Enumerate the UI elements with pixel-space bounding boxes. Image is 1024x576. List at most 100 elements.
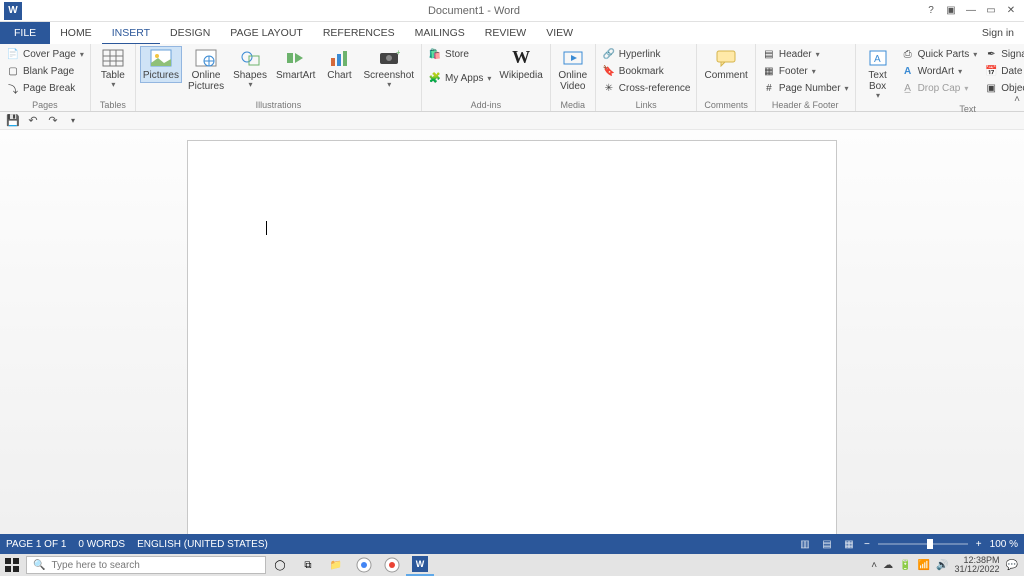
text-box-button[interactable]: AText Box▾ — [860, 46, 896, 103]
tray-overflow-button[interactable]: ˄ — [871, 560, 877, 571]
ribbon-display-button[interactable]: ▣ — [942, 2, 960, 20]
text-box-icon: A — [866, 48, 890, 68]
text-box-label: Text Box — [868, 70, 886, 92]
status-page[interactable]: PAGE 1 OF 1 — [6, 539, 66, 550]
online-pictures-button[interactable]: Online Pictures — [185, 46, 227, 94]
pictures-button[interactable]: Pictures — [140, 46, 182, 83]
tray-battery-icon[interactable]: 🔋 — [899, 560, 911, 571]
header-button[interactable]: ▤Header▾ — [760, 46, 851, 62]
tab-review[interactable]: REVIEW — [475, 22, 536, 44]
quick-parts-button[interactable]: ⎙Quick Parts▾ — [899, 46, 980, 62]
view-print-layout-button[interactable]: ▤ — [820, 537, 834, 551]
collapse-ribbon-button[interactable]: ˄ — [1014, 94, 1020, 105]
task-view-button[interactable]: ⧉ — [294, 554, 322, 576]
signature-line-button[interactable]: ✒Signature Line▾ — [982, 46, 1024, 62]
tray-wifi-icon[interactable]: 📶 — [918, 560, 930, 571]
bookmark-button[interactable]: 🔖Bookmark — [600, 63, 693, 79]
clock-date: 31/12/2022 — [955, 565, 1000, 574]
online-pictures-label: Online Pictures — [188, 70, 224, 92]
tab-file[interactable]: FILE — [0, 22, 50, 44]
tab-mailings[interactable]: MAILINGS — [405, 22, 475, 44]
wordart-button[interactable]: AWordArt▾ — [899, 63, 980, 79]
taskbar-chrome[interactable] — [350, 554, 378, 576]
drop-cap-label: Drop Cap — [918, 83, 961, 94]
search-placeholder: Type here to search — [51, 560, 139, 571]
blank-page-button[interactable]: ▢Blank Page — [4, 63, 86, 79]
online-pictures-icon — [194, 48, 218, 68]
tray-volume-icon[interactable]: 🔊 — [936, 560, 948, 571]
redo-button[interactable]: ↷ — [46, 114, 60, 128]
table-icon — [101, 48, 125, 68]
document-area[interactable] — [0, 130, 1024, 534]
store-button[interactable]: 🛍️Store — [426, 46, 493, 62]
taskbar-clock[interactable]: 12:38PM 31/12/2022 — [955, 556, 1000, 574]
tab-page-layout[interactable]: PAGE LAYOUT — [220, 22, 313, 44]
chevron-down-icon: ▾ — [973, 50, 977, 59]
cover-page-icon: 📄 — [6, 47, 20, 61]
status-bar: PAGE 1 OF 1 0 WORDS ENGLISH (UNITED STAT… — [0, 534, 1024, 554]
window-title: Document1 - Word — [26, 5, 922, 17]
wikipedia-button[interactable]: WWikipedia — [496, 46, 545, 83]
date-time-button[interactable]: 📅Date & Time — [982, 63, 1024, 79]
close-button[interactable]: ✕ — [1002, 2, 1020, 20]
minimize-button[interactable]: — — [962, 2, 980, 20]
cover-page-button[interactable]: 📄Cover Page▾ — [4, 46, 86, 62]
hyperlink-icon: 🔗 — [602, 47, 616, 61]
taskbar-chrome-2[interactable] — [378, 554, 406, 576]
sign-in-link[interactable]: Sign in — [972, 22, 1024, 44]
online-video-button[interactable]: Online Video — [555, 46, 591, 94]
taskbar-file-explorer[interactable]: 📁 — [322, 554, 350, 576]
title-bar: W Document1 - Word ? ▣ — ▭ ✕ — [0, 0, 1024, 22]
comment-button[interactable]: Comment — [701, 46, 750, 83]
view-web-layout-button[interactable]: ▦ — [842, 537, 856, 551]
zoom-slider-thumb[interactable] — [927, 539, 933, 549]
page[interactable] — [187, 140, 837, 534]
zoom-in-button[interactable]: + — [976, 539, 982, 550]
zoom-out-button[interactable]: − — [864, 539, 870, 550]
chevron-down-icon: ▾ — [958, 67, 962, 76]
screenshot-button[interactable]: +Screenshot▾ — [360, 46, 417, 92]
zoom-slider[interactable] — [878, 543, 968, 545]
group-comments: Comment Comments — [697, 44, 755, 111]
status-language[interactable]: ENGLISH (UNITED STATES) — [137, 539, 268, 550]
footer-button[interactable]: ▦Footer▾ — [760, 63, 851, 79]
taskbar-search[interactable]: 🔍Type here to search — [26, 556, 266, 574]
taskbar-word[interactable]: W — [406, 554, 434, 576]
tab-references[interactable]: REFERENCES — [313, 22, 405, 44]
page-break-button[interactable]: ⤵Page Break — [4, 80, 86, 96]
signature-line-icon: ✒ — [984, 47, 998, 61]
chevron-down-icon: ▾ — [812, 67, 816, 76]
tab-insert[interactable]: INSERT — [102, 22, 160, 44]
tab-view[interactable]: VIEW — [536, 22, 583, 44]
drop-cap-button[interactable]: A̲Drop Cap▾ — [899, 80, 980, 96]
notifications-button[interactable]: 💬 — [1006, 560, 1018, 571]
view-read-mode-button[interactable]: ▥ — [798, 537, 812, 551]
blank-page-label: Blank Page — [23, 66, 74, 77]
tab-home[interactable]: HOME — [50, 22, 102, 44]
smartart-button[interactable]: SmartArt — [273, 46, 318, 83]
shapes-button[interactable]: Shapes▾ — [230, 46, 270, 92]
table-button[interactable]: Table▾ — [95, 46, 131, 92]
page-break-icon: ⤵ — [6, 81, 20, 95]
save-button[interactable]: 💾 — [6, 114, 20, 128]
tab-design[interactable]: DESIGN — [160, 22, 220, 44]
page-number-button[interactable]: #Page Number▾ — [760, 80, 851, 96]
chevron-down-icon: ▾ — [487, 74, 491, 83]
group-text-label: Text — [860, 103, 1024, 115]
hyperlink-button[interactable]: 🔗Hyperlink — [600, 46, 693, 62]
undo-button[interactable]: ↶ — [26, 114, 40, 128]
cross-reference-button[interactable]: ✳Cross-reference — [600, 80, 693, 96]
footer-icon: ▦ — [762, 64, 776, 78]
tray-onedrive-icon[interactable]: ☁ — [883, 560, 893, 571]
cortana-button[interactable]: ◯ — [266, 554, 294, 576]
chevron-down-icon: ▾ — [80, 50, 84, 59]
my-apps-button[interactable]: 🧩My Apps▾ — [426, 70, 493, 86]
zoom-level[interactable]: 100 % — [990, 539, 1018, 550]
qat-customize-button[interactable]: ▾ — [66, 114, 80, 128]
start-button[interactable] — [0, 554, 24, 576]
status-words[interactable]: 0 WORDS — [78, 539, 125, 550]
help-button[interactable]: ? — [922, 2, 940, 20]
wordart-label: WordArt — [918, 66, 955, 77]
maximize-button[interactable]: ▭ — [982, 2, 1000, 20]
chart-button[interactable]: Chart — [321, 46, 357, 83]
